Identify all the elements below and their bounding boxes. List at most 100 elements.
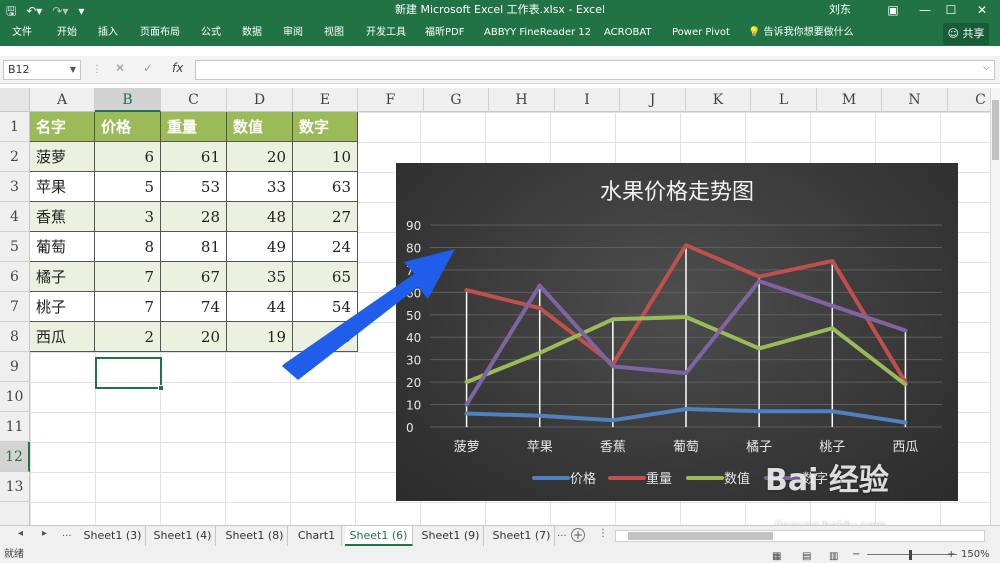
share-button[interactable]: ☺ 共享 — [943, 23, 989, 45]
tab-formulas[interactable]: 公式 — [201, 22, 221, 44]
column-header-j[interactable]: J — [620, 88, 686, 112]
tab-home[interactable]: 开始 — [57, 22, 77, 44]
column-header-e[interactable]: E — [293, 88, 358, 112]
row-header-9[interactable]: 9 — [0, 352, 30, 382]
sheet-tab-chart1[interactable]: Chart1 — [292, 526, 342, 546]
header-cell[interactable]: 数值 — [227, 112, 293, 142]
tab-foxit-pdf[interactable]: 福昕PDF — [425, 22, 464, 44]
chart-fruit-price-trend[interactable]: 水果价格走势图 0 10 20 30 40 50 60 70 80 90 菠萝 苹果 香蕉 葡萄 橘子 桃子 西瓜… — [396, 163, 958, 501]
sheet-tab-4[interactable]: Sheet1 (4) — [150, 526, 216, 546]
zoom-slider[interactable] — [867, 554, 957, 555]
column-header-n[interactable]: N — [882, 88, 948, 112]
more-sheets-left[interactable]: ... — [62, 528, 72, 539]
column-header-d[interactable]: D — [227, 88, 293, 112]
table-cell-name[interactable]: 苹果 — [30, 172, 95, 202]
column-header-c[interactable]: C — [161, 88, 227, 112]
tab-insert[interactable]: 插入 — [98, 22, 118, 44]
row-header-6[interactable]: 6 — [0, 262, 30, 292]
row-header-2[interactable]: 2 — [0, 142, 30, 172]
row-header-3[interactable]: 3 — [0, 172, 30, 202]
sheet-tab-3[interactable]: Sheet1 (3) — [80, 526, 146, 546]
tab-acrobat[interactable]: ACROBAT — [604, 22, 652, 44]
column-header-h[interactable]: H — [489, 88, 555, 112]
table-cell-value[interactable]: 54 — [293, 292, 358, 322]
table-cell-value[interactable]: 81 — [161, 232, 227, 262]
table-cell-value[interactable]: 7 — [95, 292, 161, 322]
column-header-o[interactable]: C — [948, 88, 990, 112]
vertical-scroll-thumb[interactable] — [992, 100, 999, 160]
row-header-14[interactable] — [0, 502, 30, 525]
sheet-tab-8[interactable]: Sheet1 (8) — [222, 526, 288, 546]
sheet-tab-9[interactable]: Sheet1 (9) — [418, 526, 484, 546]
vertical-scrollbar[interactable] — [990, 88, 1000, 525]
zoom-slider-thumb[interactable] — [909, 550, 912, 560]
table-cell-value[interactable]: 53 — [161, 172, 227, 202]
row-header-10[interactable]: 10 — [0, 382, 30, 412]
expand-formula-icon[interactable]: ⌵ — [983, 63, 990, 73]
tell-me-search[interactable]: 💡 告诉我你想要做什么 — [748, 22, 854, 44]
add-sheet-button[interactable]: + — [571, 528, 585, 542]
table-cell-name[interactable]: 橘子 — [30, 262, 95, 292]
column-header-b[interactable]: B — [95, 88, 161, 112]
drag-handle-icon[interactable]: ⋮ — [92, 64, 102, 75]
row-header-7[interactable]: 7 — [0, 292, 30, 322]
header-cell[interactable]: 重量 — [161, 112, 227, 142]
table-cell-name[interactable]: 桃子 — [30, 292, 95, 322]
table-cell-name[interactable]: 葡萄 — [30, 232, 95, 262]
table-cell-value[interactable]: 5 — [95, 172, 161, 202]
table-cell-value[interactable]: 27 — [293, 202, 358, 232]
table-cell-value[interactable]: 61 — [161, 142, 227, 172]
tab-review[interactable]: 审阅 — [283, 22, 303, 44]
page-layout-view-icon[interactable]: ▤ — [802, 549, 811, 563]
maximize-icon[interactable]: ☐ — [936, 0, 966, 20]
active-cell-b12[interactable] — [95, 357, 164, 391]
table-cell-value[interactable]: 20 — [227, 142, 293, 172]
row-header-1[interactable]: 1 — [0, 112, 30, 142]
more-sheets-right[interactable]: ... — [557, 528, 567, 539]
table-cell-value[interactable]: 3 — [95, 202, 161, 232]
table-cell-value[interactable]: 43 — [293, 322, 358, 352]
zoom-out-icon[interactable]: − — [852, 547, 860, 563]
fill-handle[interactable] — [158, 385, 164, 391]
row-header-13[interactable]: 13 — [0, 472, 30, 502]
table-cell-value[interactable]: 20 — [161, 322, 227, 352]
ribbon-display-icon[interactable]: ▣ — [878, 0, 908, 20]
enter-icon[interactable]: ✓ — [143, 61, 153, 75]
chevron-down-icon[interactable]: ▼ — [70, 61, 76, 79]
table-cell-name[interactable]: 香蕉 — [30, 202, 95, 232]
column-header-g[interactable]: G — [424, 88, 489, 112]
name-box[interactable]: B12 ▼ — [3, 60, 81, 80]
row-header-5[interactable]: 5 — [0, 232, 30, 262]
table-cell-value[interactable]: 44 — [227, 292, 293, 322]
normal-view-icon[interactable]: ▦ — [772, 549, 781, 563]
tab-view[interactable]: 视图 — [324, 22, 344, 44]
zoom-level[interactable]: 150% — [961, 547, 990, 563]
column-header-m[interactable]: M — [817, 88, 882, 112]
close-icon[interactable]: ✕ — [967, 0, 997, 20]
table-cell-value[interactable]: 24 — [293, 232, 358, 262]
table-cell-value[interactable]: 10 — [293, 142, 358, 172]
table-cell-name[interactable]: 菠萝 — [30, 142, 95, 172]
header-cell[interactable]: 数字 — [293, 112, 358, 142]
column-header-l[interactable]: L — [751, 88, 817, 112]
table-cell-value[interactable]: 35 — [227, 262, 293, 292]
row-header-8[interactable]: 8 — [0, 322, 30, 352]
zoom-in-icon[interactable]: + — [947, 547, 955, 563]
tab-power-pivot[interactable]: Power Pivot — [672, 22, 730, 44]
horizontal-scroll-thumb[interactable] — [628, 532, 773, 540]
table-cell-value[interactable]: 49 — [227, 232, 293, 262]
row-header-12[interactable]: 12 — [0, 442, 30, 472]
table-cell-value[interactable]: 74 — [161, 292, 227, 322]
formula-input[interactable]: ⌵ — [195, 60, 995, 80]
row-header-11[interactable]: 11 — [0, 412, 30, 442]
table-cell-value[interactable]: 33 — [227, 172, 293, 202]
table-cell-value[interactable]: 6 — [95, 142, 161, 172]
tab-abbyy[interactable]: ABBYY FineReader 12 — [484, 22, 591, 44]
table-cell-name[interactable]: 西瓜 — [30, 322, 95, 352]
user-name[interactable]: 刘东 — [829, 0, 851, 20]
next-sheet-icon[interactable]: ▸ — [42, 528, 47, 539]
sheet-tab-7[interactable]: Sheet1 (7) — [489, 526, 555, 546]
table-cell-value[interactable]: 28 — [161, 202, 227, 232]
insert-function-icon[interactable]: fx — [172, 61, 183, 75]
tab-page-layout[interactable]: 页面布局 — [140, 22, 180, 44]
